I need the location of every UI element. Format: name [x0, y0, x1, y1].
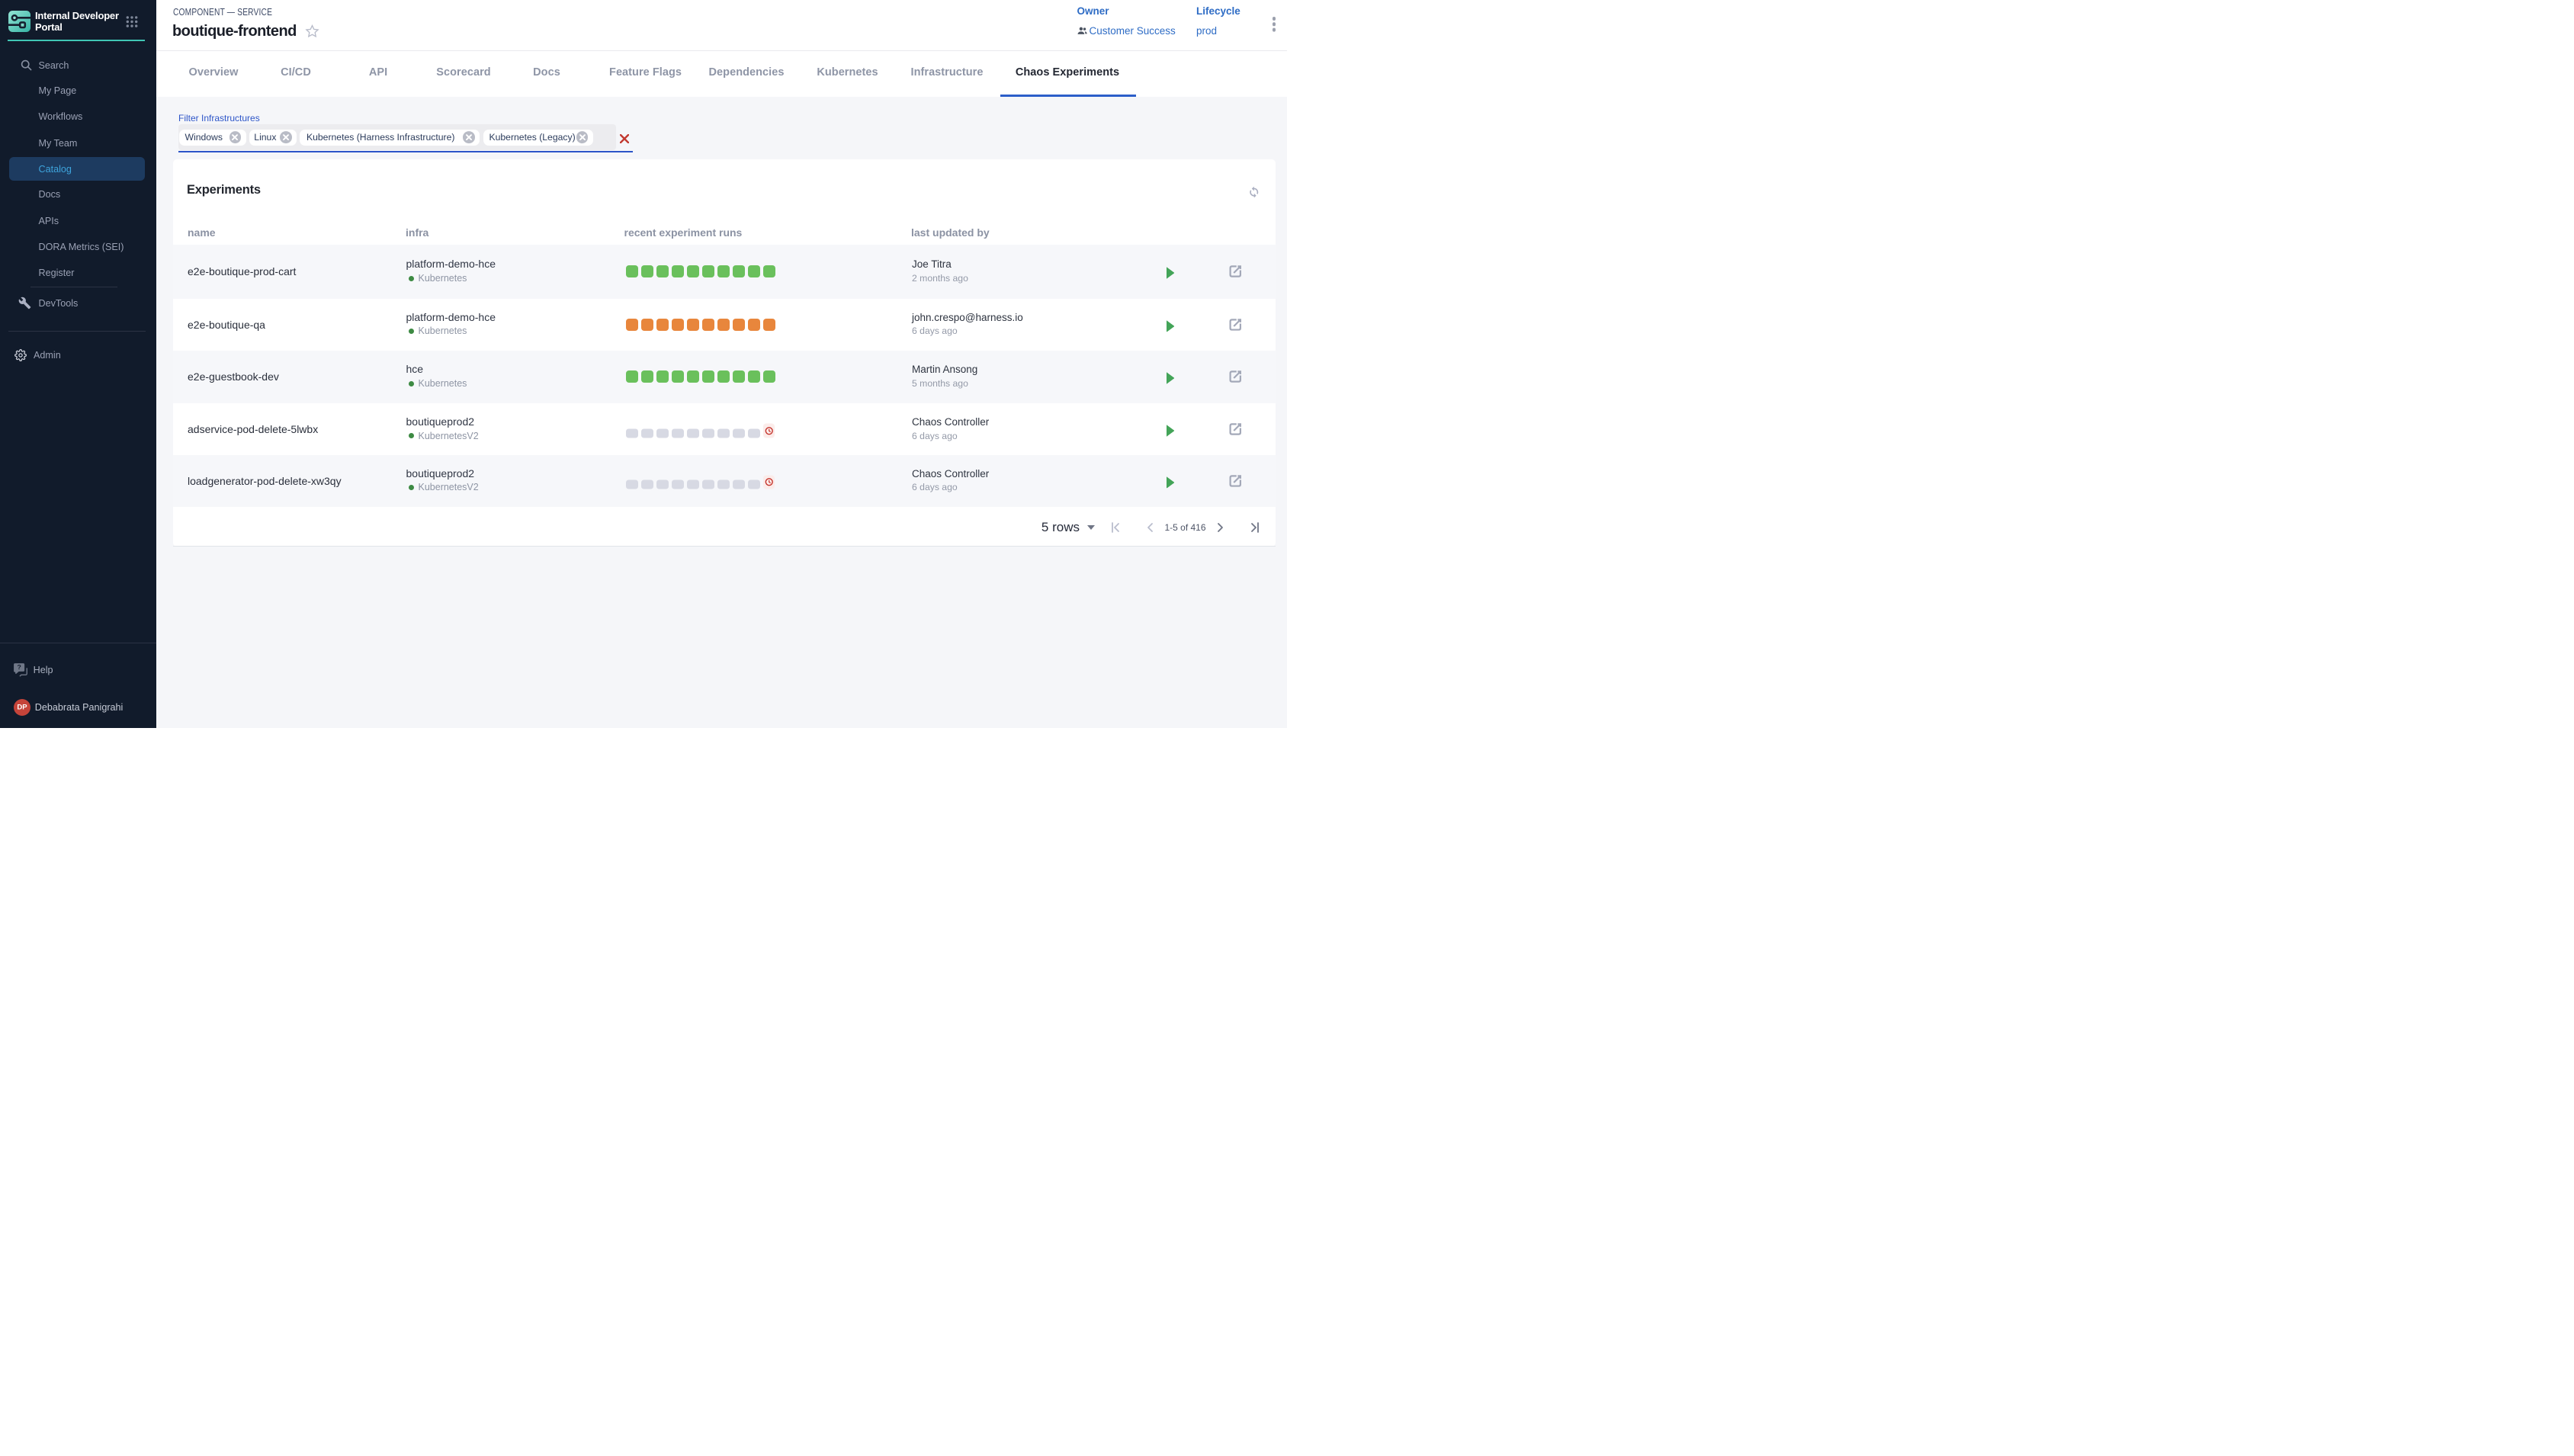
svg-text:?: ?: [17, 663, 21, 671]
